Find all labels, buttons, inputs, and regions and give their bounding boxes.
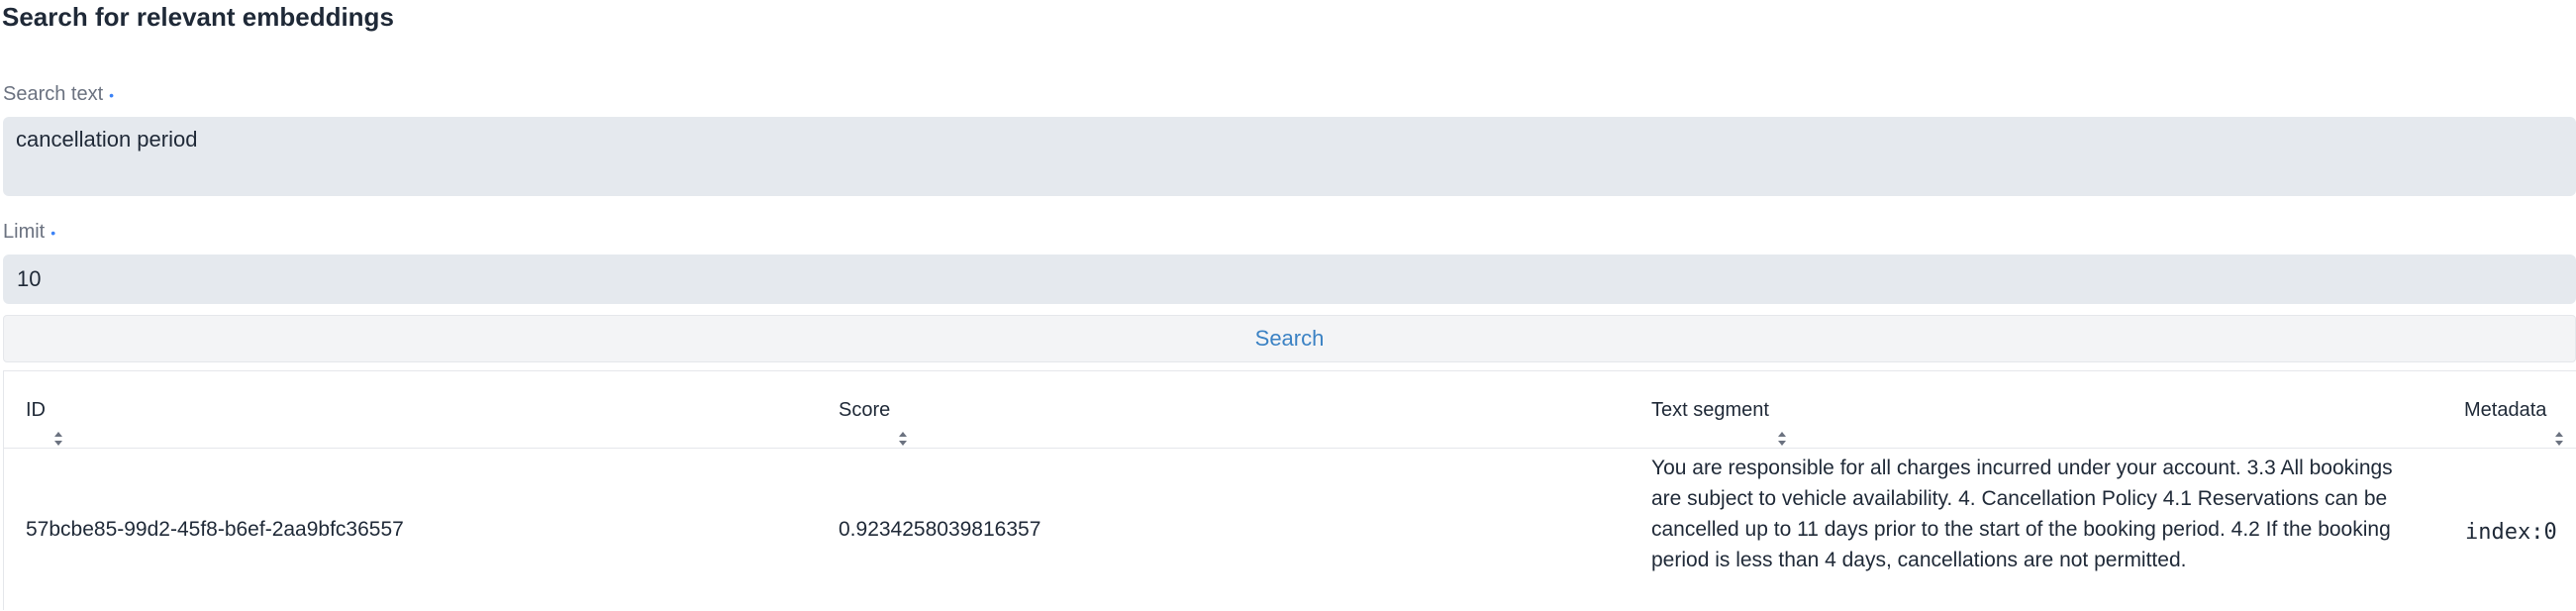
cell-metadata: index:0: [2465, 520, 2557, 545]
sort-icon[interactable]: [53, 402, 63, 446]
table-row[interactable]: 57bcbe85-99d2-45f8-b6ef-2aa9bfc36557 0.9…: [4, 449, 2576, 611]
limit-label: Limit •: [3, 221, 55, 244]
column-header-metadata[interactable]: Metadata: [2464, 371, 2564, 449]
search-text-value: cancellation period: [16, 127, 198, 152]
sort-icon[interactable]: [898, 402, 908, 446]
cell-id: 57bcbe85-99d2-45f8-b6ef-2aa9bfc36557: [26, 518, 404, 541]
column-header-label: Text segment: [1651, 399, 1769, 421]
search-text-label-text: Search text: [3, 83, 104, 105]
column-header-id[interactable]: ID: [26, 371, 63, 449]
required-indicator: •: [50, 224, 56, 241]
column-header-label: ID: [26, 399, 46, 421]
column-header-score[interactable]: Score: [839, 371, 908, 449]
results-table: ID Score Text segment Metadata 57bcbe85-…: [3, 370, 2576, 610]
search-text-label: Search text •: [3, 83, 114, 106]
limit-label-text: Limit: [3, 221, 46, 243]
column-header-text-segment[interactable]: Text segment: [1651, 371, 1787, 449]
limit-field[interactable]: 10: [3, 255, 2576, 304]
limit-value: 10: [17, 266, 42, 291]
sort-icon[interactable]: [1777, 402, 1787, 446]
required-indicator: •: [109, 86, 115, 103]
cell-text-segment: You are responsible for all charges incu…: [1651, 457, 2393, 571]
search-text-field[interactable]: cancellation period: [3, 117, 2576, 196]
column-header-label: Metadata: [2464, 399, 2547, 421]
table-header: ID Score Text segment Metadata: [4, 371, 2576, 449]
sort-icon[interactable]: [2554, 402, 2564, 446]
embedding-search-page: Search for relevant embeddings Search te…: [0, 0, 2576, 610]
column-header-label: Score: [839, 399, 891, 421]
page-title: Search for relevant embeddings: [2, 2, 394, 32]
search-button[interactable]: Search: [3, 315, 2576, 362]
cell-score: 0.9234258039816357: [839, 518, 1041, 541]
